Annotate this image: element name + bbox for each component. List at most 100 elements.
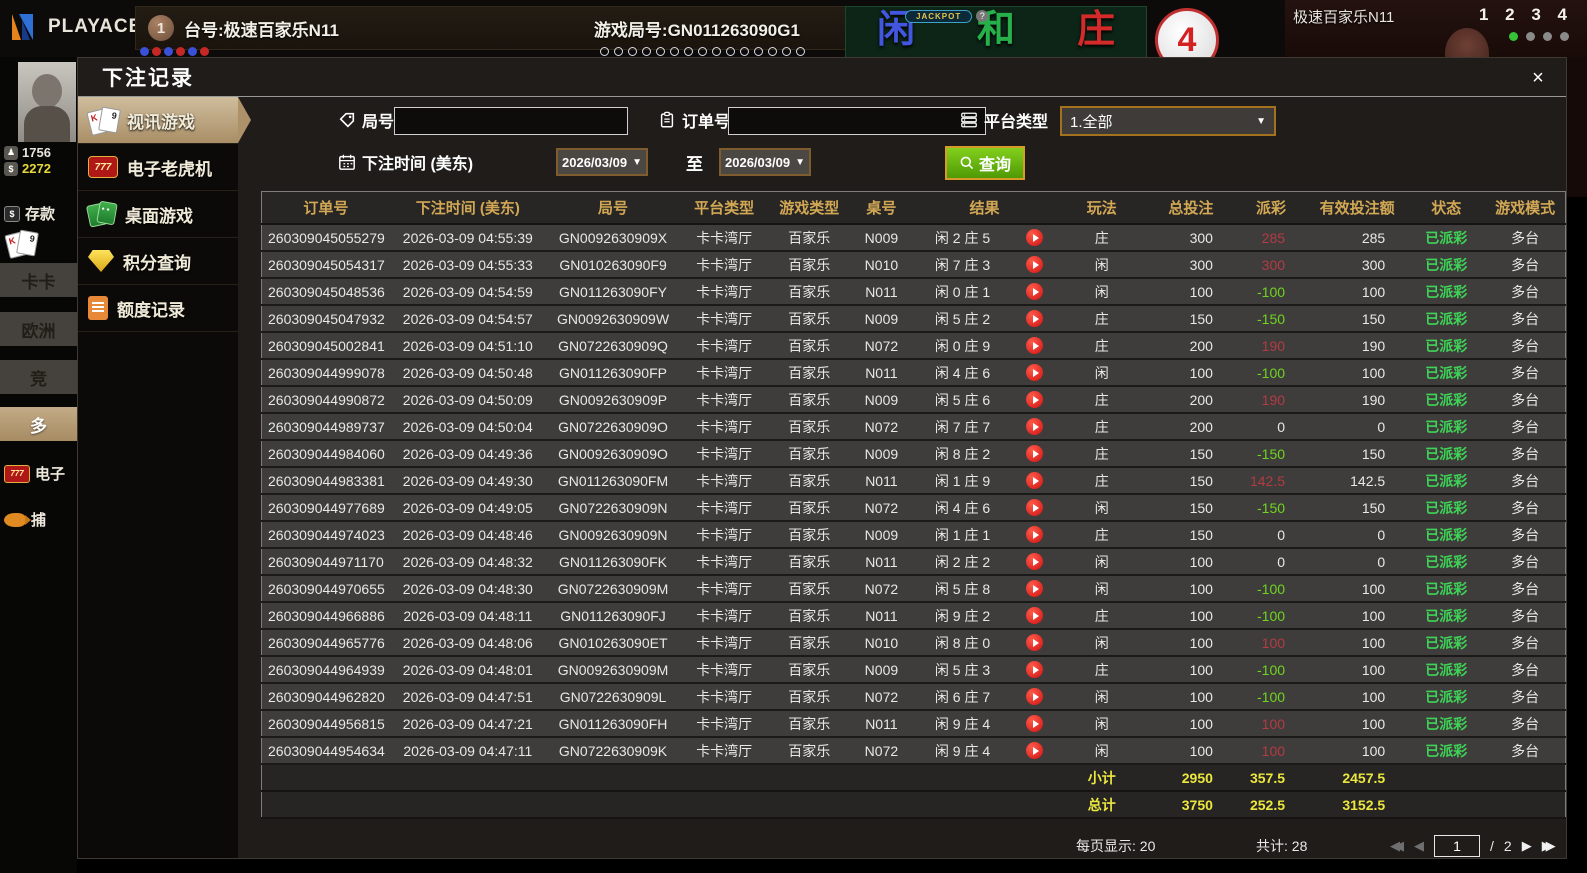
bet-time: 2026-03-09 04:47:21 — [389, 710, 546, 738]
bet-zone-banker[interactable]: 庄 — [1077, 7, 1115, 53]
replay-icon[interactable] — [1026, 283, 1044, 301]
platform: 卡卡湾厅 — [680, 251, 769, 279]
deposit-button[interactable]: $ 存款 — [4, 203, 55, 224]
platform-select[interactable]: 1.全部 ▼ — [1060, 106, 1276, 136]
table-row: 260309045048536 2026-03-09 04:54:59 GN0112… — [261, 278, 1566, 306]
table-row: 260309044977689 2026-03-09 04:49:05 GN0722… — [261, 494, 1566, 522]
status: 已派彩 — [1407, 602, 1486, 630]
tab-points-query[interactable]: 积分查询 — [78, 238, 238, 285]
status: 已派彩 — [1407, 548, 1486, 576]
round-filter-input[interactable] — [394, 107, 628, 135]
bet-side: 庄 — [1056, 224, 1147, 252]
result: 闲 6 庄 7 — [912, 683, 1013, 711]
col-result: 结果 — [912, 191, 1057, 225]
table-no: N011 — [850, 467, 913, 495]
replay-icon[interactable] — [1026, 715, 1044, 733]
replay-icon[interactable] — [1026, 634, 1044, 652]
replay-icon[interactable] — [1026, 553, 1044, 571]
replay-icon[interactable] — [1026, 229, 1044, 247]
tag-icon — [339, 112, 355, 128]
left-panel: ♟ 1756 $ 2272 $ 存款 K9 卡卡 欧洲 竞 多 777 电子 捕 — [0, 57, 77, 873]
col-game-type: 游戏类型 — [768, 191, 851, 225]
prev-page-icon[interactable]: ◀ — [1414, 838, 1424, 854]
table-no: N010 — [850, 629, 913, 657]
lobby-item-multi[interactable]: 多 — [0, 407, 77, 441]
round-id: GN011263090FP — [545, 359, 681, 387]
platform: 卡卡湾厅 — [680, 305, 769, 333]
avatar[interactable] — [18, 62, 76, 142]
round-id: GN011263090FM — [545, 467, 681, 495]
platform: 卡卡湾厅 — [680, 629, 769, 657]
date-to-select[interactable]: 2026/03/09 ▼ — [719, 148, 811, 176]
tab-slots[interactable]: 777 电子老虎机 — [78, 144, 238, 191]
first-page-icon[interactable]: ◀◀ — [1390, 838, 1404, 854]
bet-side: 庄 — [1056, 332, 1147, 360]
slots-shortcut[interactable]: 777 电子 — [4, 463, 65, 484]
replay-icon[interactable] — [1026, 499, 1044, 517]
status: 已派彩 — [1407, 656, 1486, 684]
table-games-icon — [85, 200, 118, 228]
valid-bet: 100 — [1307, 737, 1408, 765]
bet-side: 庄 — [1056, 386, 1147, 414]
game-type: 百家乐 — [768, 413, 851, 441]
platform-icon — [961, 112, 977, 128]
road-ring — [754, 47, 763, 56]
round-id: GN0722630909O — [545, 413, 681, 441]
date-to-value: 2026/03/09 — [725, 154, 791, 170]
replay-icon[interactable] — [1026, 337, 1044, 355]
replay-icon[interactable] — [1026, 688, 1044, 706]
search-button[interactable]: 查询 — [945, 146, 1025, 180]
road-ring — [796, 47, 805, 56]
close-icon[interactable]: × — [1526, 66, 1550, 90]
status: 已派彩 — [1407, 737, 1486, 765]
date-from-select[interactable]: 2026/03/09 ▼ — [556, 148, 648, 176]
replay-icon[interactable] — [1026, 472, 1044, 490]
total-bet: 200 — [1146, 386, 1235, 414]
jackpot-help-icon[interactable]: ? — [976, 10, 989, 22]
tab-table-games[interactable]: 桌面游戏 — [78, 191, 238, 238]
table-number-label: 台号:极速百家乐N11 — [184, 20, 339, 40]
replay-icon[interactable] — [1026, 607, 1044, 625]
subtotal-bet: 2950 — [1146, 764, 1235, 792]
replay-icon[interactable] — [1026, 742, 1044, 760]
platform: 卡卡湾厅 — [680, 278, 769, 306]
lobby-item-kaka[interactable]: 卡卡 — [0, 263, 77, 297]
dealer-face — [1445, 28, 1489, 57]
bet-side: 庄 — [1056, 440, 1147, 468]
replay-icon[interactable] — [1026, 661, 1044, 679]
fishing-shortcut[interactable]: 捕 — [4, 509, 46, 530]
page-input[interactable]: 1 — [1434, 834, 1480, 857]
replay-icon[interactable] — [1026, 445, 1044, 463]
replay-icon[interactable] — [1026, 526, 1044, 544]
order-filter-input[interactable] — [728, 107, 986, 135]
tab-video-games[interactable]: K9 视讯游戏 — [78, 97, 251, 144]
replay-icon[interactable] — [1026, 391, 1044, 409]
platform-select-value: 1.全部 — [1070, 113, 1113, 131]
table-row: 260309044970655 2026-03-09 04:48:30 GN0722… — [261, 575, 1566, 603]
replay-icon[interactable] — [1026, 256, 1044, 274]
last-page-icon[interactable]: ▶▶ — [1542, 838, 1556, 854]
seat-dot — [1543, 32, 1552, 41]
order-id: 260309044999078 — [261, 359, 390, 387]
order-id: 260309044977689 — [261, 494, 390, 522]
replay-icon[interactable] — [1026, 418, 1044, 436]
col-status: 状态 — [1407, 191, 1486, 225]
lobby-item-jing[interactable]: 竞 — [0, 360, 77, 394]
lobby-item-europe[interactable]: 欧洲 — [0, 312, 77, 346]
total-bet: 100 — [1146, 629, 1235, 657]
replay-icon[interactable] — [1026, 580, 1044, 598]
col-bet-side: 玩法 — [1056, 191, 1147, 225]
game-mode: 多台 — [1485, 602, 1566, 630]
replay-icon[interactable] — [1026, 364, 1044, 382]
replay-icon[interactable] — [1026, 310, 1044, 328]
video-table-title: 极速百家乐N11 — [1293, 9, 1395, 26]
table-no: N072 — [850, 737, 913, 765]
table-no: N011 — [850, 548, 913, 576]
table-row: 260309044983381 2026-03-09 04:49:30 GN0112… — [261, 467, 1566, 495]
result: 闲 7 庄 7 — [912, 413, 1013, 441]
bet-side: 闲 — [1056, 683, 1147, 711]
bet-time: 2026-03-09 04:54:57 — [389, 305, 546, 333]
next-page-icon[interactable]: ▶ — [1522, 838, 1532, 854]
tab-credit-records[interactable]: 额度记录 — [78, 285, 238, 332]
game-type: 百家乐 — [768, 251, 851, 279]
